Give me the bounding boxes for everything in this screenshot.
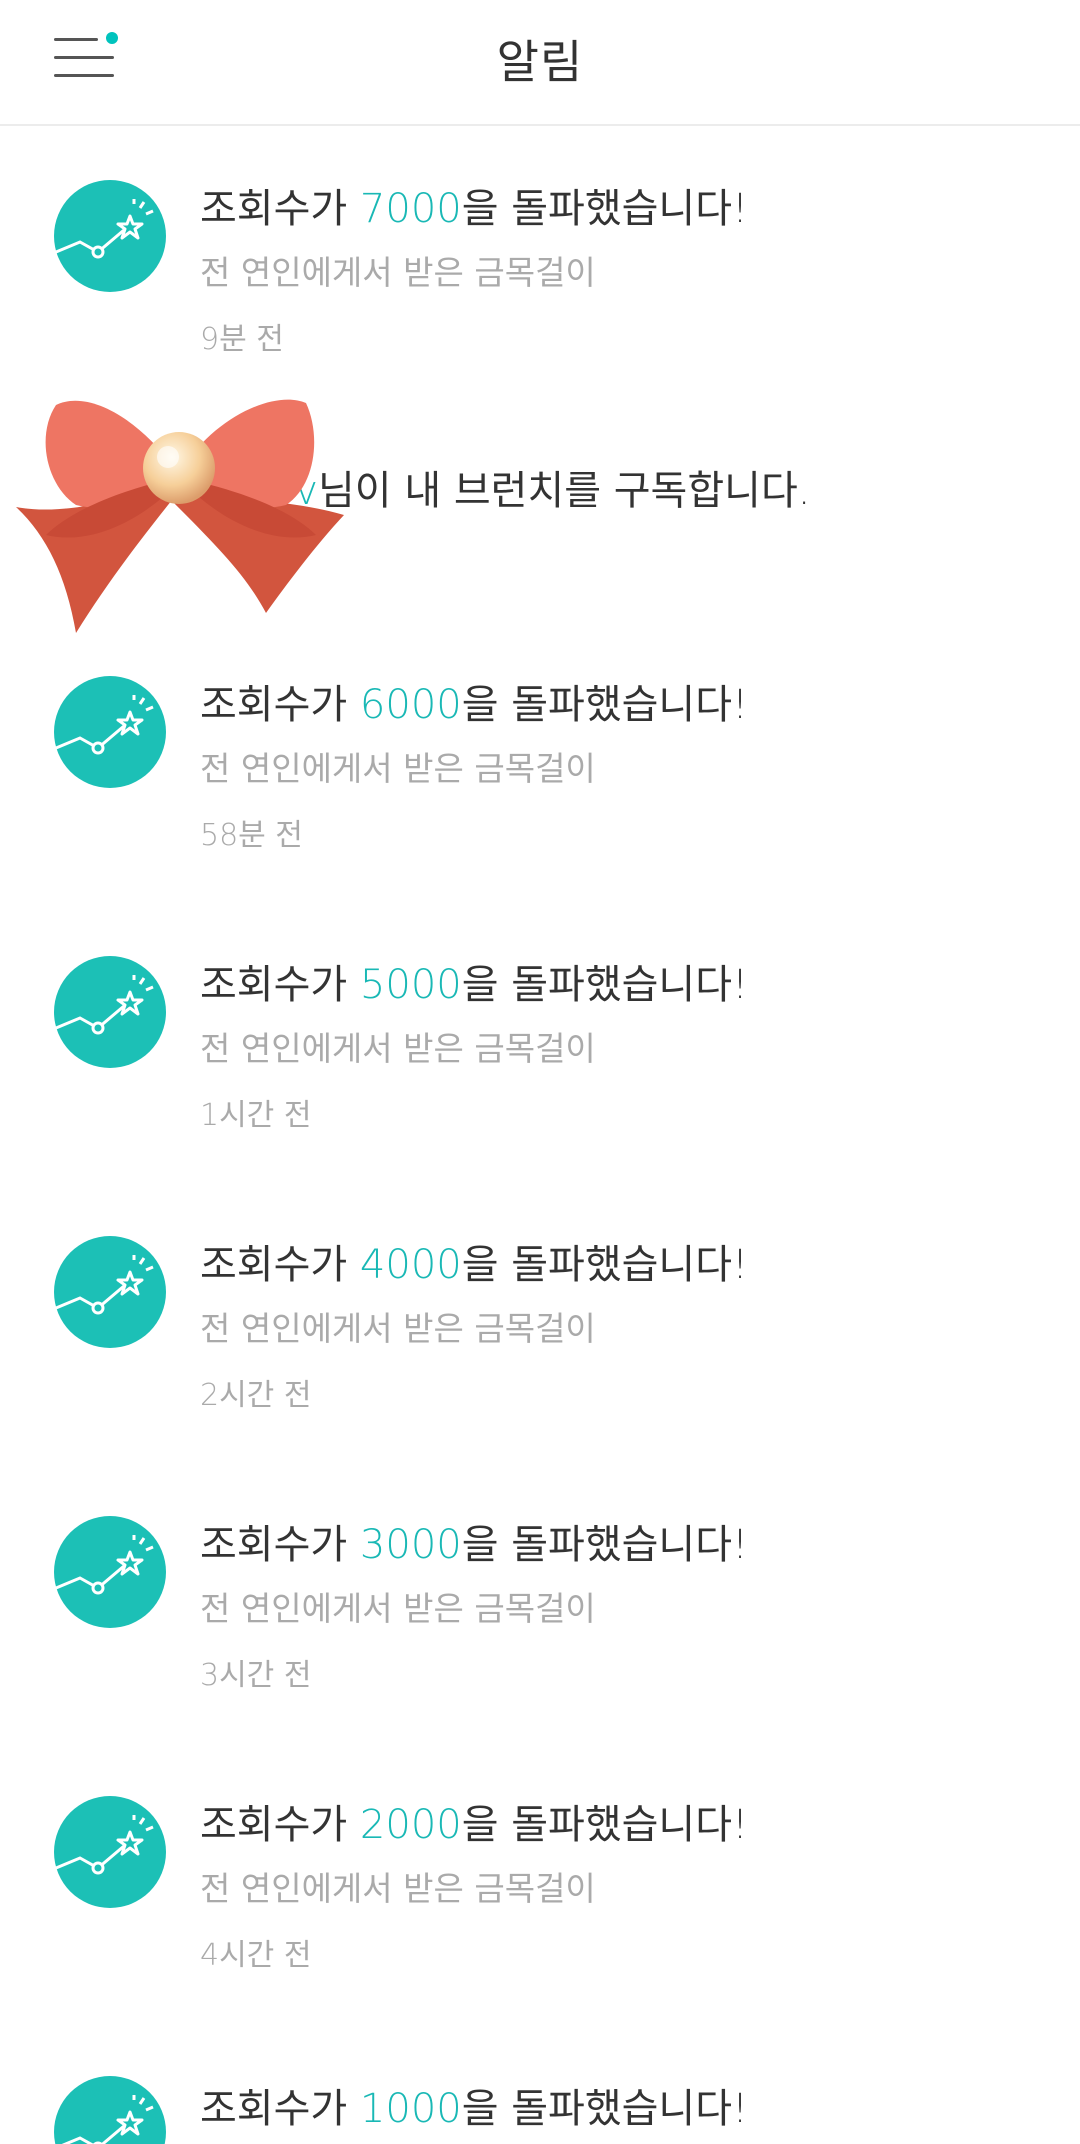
timestamp: 9분 전: [200, 322, 284, 357]
views-milestone-icon: [54, 1516, 166, 1628]
notification-item[interactable]: 조회수가 4000을 돌파했습니다! 전 연인에게서 받은 금목걸이 2시간 전: [0, 1236, 1080, 1416]
views-milestone-icon: [54, 180, 166, 292]
views-milestone-icon: [54, 1236, 166, 1348]
app-header: 알림: [0, 0, 1080, 126]
views-milestone-icon: [54, 676, 166, 788]
timestamp: 2시간 전: [200, 1378, 312, 1413]
ribbon-bow-icon: [16, 395, 346, 639]
notification-item[interactable]: 조회수가 1000을 돌파했습니다!: [0, 2076, 1080, 2144]
notification-message: 조회수가 1000을 돌파했습니다!: [200, 2086, 749, 2132]
notification-item[interactable]: 조회수가 2000을 돌파했습니다! 전 연인에게서 받은 금목걸이 4시간 전: [0, 1796, 1080, 1976]
timestamp: 1시간 전: [200, 1098, 312, 1133]
notification-item[interactable]: 조회수가 5000을 돌파했습니다! 전 연인에게서 받은 금목걸이 1시간 전: [0, 956, 1080, 1136]
article-title: 전 연인에게서 받은 금목걸이: [200, 749, 596, 788]
timestamp: 3시간 전: [200, 1658, 312, 1693]
article-title: 전 연인에게서 받은 금목걸이: [200, 253, 596, 292]
timestamp: 58분 전: [200, 818, 303, 853]
notification-message: 조회수가 3000을 돌파했습니다!: [200, 1522, 749, 1568]
views-milestone-icon: [54, 956, 166, 1068]
timestamp: 4시간 전: [200, 1938, 312, 1973]
notification-item[interactable]: 조회수가 7000을 돌파했습니다! 전 연인에게서 받은 금목걸이 9분 전: [0, 180, 1080, 360]
views-milestone-icon: [54, 1796, 166, 1908]
article-title: 전 연인에게서 받은 금목걸이: [200, 1309, 596, 1348]
notification-message: 조회수가 6000을 돌파했습니다!: [200, 682, 749, 728]
article-title: 전 연인에게서 받은 금목걸이: [200, 1589, 596, 1628]
notification-message: 조회수가 2000을 돌파했습니다!: [200, 1802, 749, 1848]
notification-message: 조회수가 7000을 돌파했습니다!: [200, 186, 749, 232]
notification-message: 조회수가 4000을 돌파했습니다!: [200, 1242, 749, 1288]
article-title: 전 연인에게서 받은 금목걸이: [200, 1869, 596, 1908]
views-milestone-icon: [54, 2076, 166, 2144]
notification-item[interactable]: 조회수가 6000을 돌파했습니다! 전 연인에게서 받은 금목걸이 58분 전: [0, 676, 1080, 856]
notification-message: 조회수가 5000을 돌파했습니다!: [200, 962, 749, 1008]
article-title: 전 연인에게서 받은 금목걸이: [200, 1029, 596, 1068]
notification-item[interactable]: 조회수가 3000을 돌파했습니다! 전 연인에게서 받은 금목걸이 3시간 전: [0, 1516, 1080, 1696]
page-title: 알림: [496, 35, 584, 89]
